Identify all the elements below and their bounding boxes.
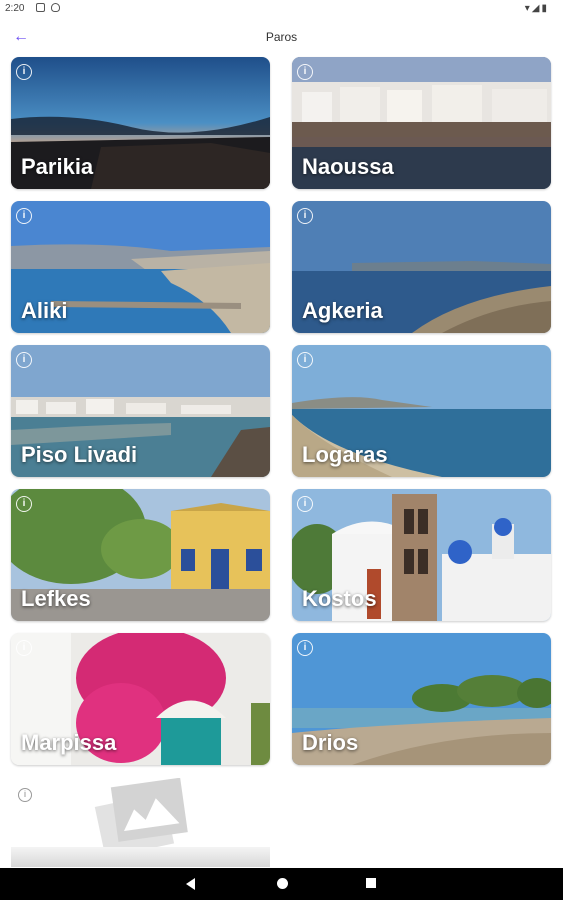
notification-icon [36, 3, 45, 12]
card-title: Naoussa [302, 154, 394, 179]
card-title: Kostos [302, 586, 377, 611]
loading-card[interactable]: i [11, 778, 270, 867]
card-piso-livadi[interactable]: i Piso Livadi [11, 345, 270, 477]
card-title: Parikia [21, 154, 94, 179]
card-agkeria[interactable]: i Agkeria [292, 201, 551, 333]
card-title: Piso Livadi [21, 442, 138, 467]
card-aliki[interactable]: i Aliki [11, 201, 270, 333]
card-lefkes[interactable]: i Lefkes [11, 489, 270, 621]
card-title: Marpissa [21, 730, 117, 755]
nav-back-icon[interactable] [186, 878, 195, 890]
card-title: Agkeria [302, 298, 383, 323]
page-title: Paros [265, 30, 298, 44]
card-title: Drios [302, 730, 359, 755]
info-icon[interactable]: i [16, 64, 32, 80]
system-nav-bar [0, 868, 563, 900]
card-parikia[interactable]: i Parikia [11, 57, 270, 189]
status-bar: 2:20 ▾◢▮ [0, 0, 563, 18]
card-title: Lefkes [21, 586, 91, 611]
info-icon[interactable]: i [297, 352, 313, 368]
info-icon[interactable]: i [16, 352, 32, 368]
status-time: 2:20 [5, 3, 25, 14]
info-icon[interactable]: i [16, 640, 32, 656]
info-icon[interactable]: i [297, 208, 313, 224]
nav-recents-icon[interactable] [366, 878, 376, 888]
status-icons: ▾◢▮ [525, 3, 549, 14]
info-icon[interactable]: i [16, 496, 32, 512]
info-icon[interactable]: i [297, 496, 313, 512]
info-icon[interactable]: i [18, 788, 32, 802]
card-title: Aliki [21, 298, 68, 323]
wifi-icon: ▾ [524, 3, 532, 14]
app-bar: ← Paros [0, 24, 563, 52]
info-icon[interactable]: i [297, 640, 313, 656]
info-icon[interactable]: i [297, 64, 313, 80]
card-kostos[interactable]: i Kostos [292, 489, 551, 621]
shield-icon [51, 3, 60, 12]
nav-home-icon[interactable] [277, 878, 288, 889]
card-title: Logaras [302, 442, 388, 467]
image-placeholder-icon [94, 778, 188, 848]
info-icon[interactable]: i [16, 208, 32, 224]
battery-icon: ▮ [541, 3, 549, 14]
card-naoussa[interactable]: i Naoussa [292, 57, 551, 189]
card-logaras[interactable]: i Logaras [292, 345, 551, 477]
card-drios[interactable]: i Drios [292, 633, 551, 765]
card-marpissa[interactable]: i Marpissa [11, 633, 270, 765]
loading-fade [11, 847, 270, 867]
